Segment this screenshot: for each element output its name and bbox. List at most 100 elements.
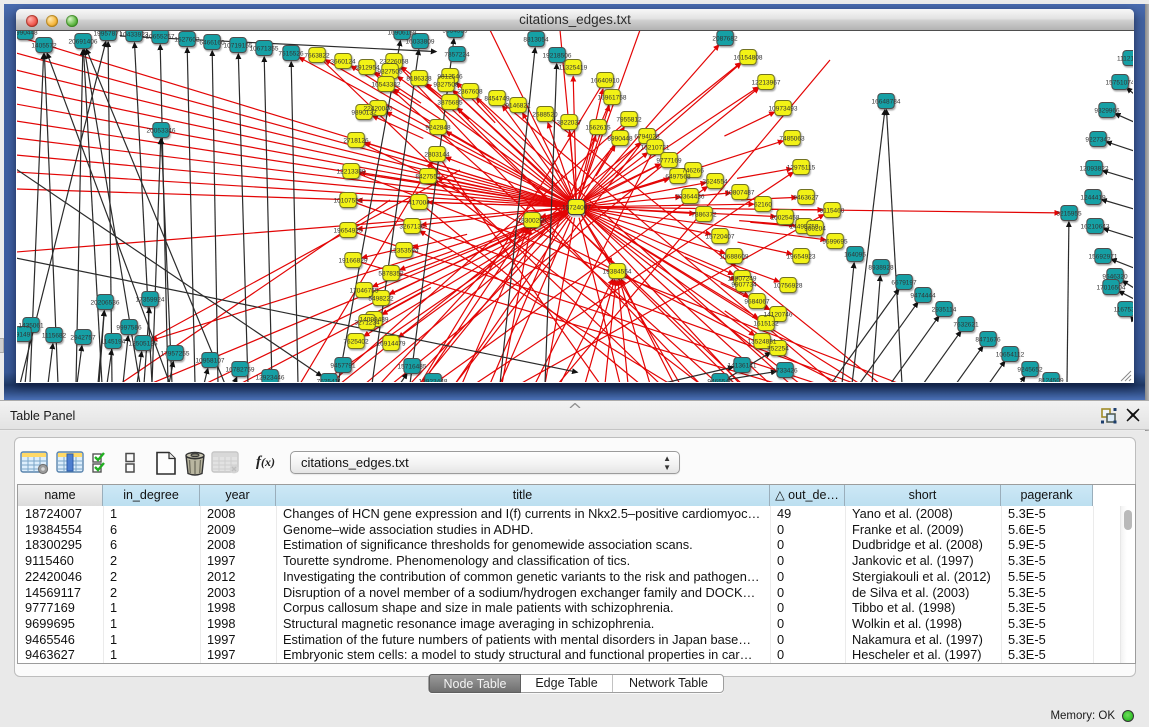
svg-text:14120746: 14120746 <box>764 312 793 319</box>
svg-text:9463627: 9463627 <box>793 195 819 202</box>
svg-text:417004: 417004 <box>408 200 430 207</box>
svg-text:12923448: 12923448 <box>419 379 448 383</box>
svg-text:20364436: 20364436 <box>676 194 705 201</box>
svg-text:15720407: 15720407 <box>706 234 735 241</box>
svg-text:1115682: 1115682 <box>42 333 67 340</box>
svg-text:7625402: 7625402 <box>343 339 369 346</box>
svg-text:1145194: 1145194 <box>101 339 126 346</box>
svg-text:23226058: 23226058 <box>380 59 409 66</box>
svg-text:16543382: 16543382 <box>372 82 401 89</box>
svg-text:6679197: 6679197 <box>891 280 917 287</box>
svg-text:19957871: 19957871 <box>94 31 123 38</box>
svg-text:20053346: 20053346 <box>147 128 176 135</box>
svg-text:15692971: 15692971 <box>1089 254 1118 261</box>
svg-text:62160: 62160 <box>754 202 772 209</box>
svg-text:8124509: 8124509 <box>1038 378 1064 383</box>
svg-text:12923446: 12923446 <box>256 375 285 382</box>
svg-text:7955812: 7955812 <box>616 117 642 124</box>
svg-text:2588520: 2588520 <box>532 112 558 119</box>
svg-text:9777169: 9777169 <box>656 158 682 165</box>
svg-text:1167533: 1167533 <box>1114 307 1133 314</box>
svg-text:17016504: 17016504 <box>1097 285 1126 292</box>
svg-text:16961758: 16961758 <box>598 95 627 102</box>
svg-text:19654923: 19654923 <box>787 254 816 261</box>
svg-text:391497: 391497 <box>17 332 34 339</box>
svg-text:8990448: 8990448 <box>17 31 38 37</box>
svg-text:3660124: 3660124 <box>330 59 356 66</box>
svg-text:9327505: 9327505 <box>377 69 403 76</box>
svg-text:1435061: 1435061 <box>18 323 44 330</box>
svg-text:20691406: 20691406 <box>69 39 98 46</box>
svg-text:7663822: 7663822 <box>304 53 330 60</box>
svg-text:11325419: 11325419 <box>559 65 588 72</box>
svg-text:3912954: 3912954 <box>354 65 380 72</box>
svg-text:1562615: 1562615 <box>585 125 611 132</box>
svg-text:9907734: 9907734 <box>731 282 757 289</box>
svg-text:8938928: 8938928 <box>868 265 894 272</box>
svg-text:2803144: 2803144 <box>424 152 450 159</box>
svg-text:10688609: 10688609 <box>720 254 749 261</box>
svg-text:9684067: 9684067 <box>744 299 770 306</box>
svg-text:7625411: 7625411 <box>317 379 342 383</box>
svg-text:9890132: 9890132 <box>351 110 377 117</box>
svg-text:7515526: 7515526 <box>278 51 304 58</box>
svg-text:10655257: 10655257 <box>146 34 175 41</box>
svg-text:10807487: 10807487 <box>726 190 755 197</box>
svg-text:2087682: 2087682 <box>712 36 738 43</box>
svg-text:10107553: 10107553 <box>334 198 363 205</box>
svg-text:10671355: 10671355 <box>250 46 279 53</box>
svg-text:18724007: 18724007 <box>562 205 591 212</box>
svg-text:12213389: 12213389 <box>337 169 366 176</box>
svg-text:9115460: 9115460 <box>820 208 845 215</box>
svg-text:7485063: 7485063 <box>779 136 805 143</box>
svg-text:252254: 252254 <box>767 346 789 353</box>
svg-text:8471676: 8471676 <box>975 337 1001 344</box>
svg-text:16210721: 16210721 <box>641 145 670 152</box>
svg-text:9227342: 9227342 <box>1085 137 1111 144</box>
svg-text:16154808: 16154808 <box>734 55 763 62</box>
svg-text:9245652: 9245652 <box>1017 367 1043 374</box>
svg-text:8427552: 8427552 <box>415 174 441 181</box>
svg-text:10654112: 10654112 <box>996 352 1025 359</box>
svg-text:2718126: 2718126 <box>343 138 369 145</box>
svg-text:15716485: 15716485 <box>398 364 427 371</box>
svg-text:9465546: 9465546 <box>707 379 733 383</box>
svg-text:10719155: 10719155 <box>224 43 253 50</box>
svg-text:7857224: 7857224 <box>444 52 470 59</box>
svg-text:3267130: 3267130 <box>399 224 425 231</box>
svg-text:10433923: 10433923 <box>120 32 149 39</box>
svg-text:7632621: 7632621 <box>953 322 979 329</box>
svg-text:9634509: 9634509 <box>442 31 468 35</box>
svg-text:9546320: 9546320 <box>1102 274 1128 281</box>
svg-text:2367608: 2367608 <box>457 89 483 96</box>
svg-text:13524851: 13524851 <box>748 339 777 346</box>
svg-text:8990448: 8990448 <box>607 136 633 143</box>
svg-text:12213967: 12213967 <box>752 80 781 87</box>
svg-text:9327508: 9327508 <box>433 82 459 89</box>
svg-text:3875685: 3875685 <box>437 100 463 107</box>
svg-text:16914479: 16914479 <box>377 341 406 348</box>
svg-text:9329966: 9329966 <box>1094 108 1120 115</box>
svg-text:10958107: 10958107 <box>196 358 225 365</box>
svg-text:9699695: 9699695 <box>822 239 848 246</box>
svg-text:10756928: 10756928 <box>774 283 803 290</box>
svg-text:8186328: 8186328 <box>406 76 432 83</box>
svg-text:2942757: 2942757 <box>70 335 96 342</box>
svg-text:10973493: 10973493 <box>769 106 798 113</box>
svg-text:17046755: 17046755 <box>350 288 379 295</box>
svg-text:17359924: 17359924 <box>136 297 165 304</box>
svg-text:6466160: 6466160 <box>199 40 225 47</box>
svg-text:12093822: 12093822 <box>1080 166 1109 173</box>
svg-text:19654925: 19654925 <box>334 228 363 235</box>
svg-text:17957255: 17957255 <box>161 351 190 358</box>
svg-text:16782759: 16782759 <box>226 367 255 374</box>
svg-text:1527602: 1527602 <box>174 37 200 44</box>
svg-text:19166829: 19166829 <box>339 258 368 265</box>
svg-text:9242848: 9242848 <box>425 125 451 132</box>
svg-text:16648784: 16648784 <box>872 99 901 106</box>
svg-text:10025458: 10025458 <box>771 215 800 222</box>
svg-text:1405572: 1405572 <box>31 43 57 50</box>
svg-text:19218506: 19218506 <box>543 53 572 60</box>
svg-text:11121831: 11121831 <box>1117 56 1133 63</box>
svg-text:9812546: 9812546 <box>437 74 463 81</box>
